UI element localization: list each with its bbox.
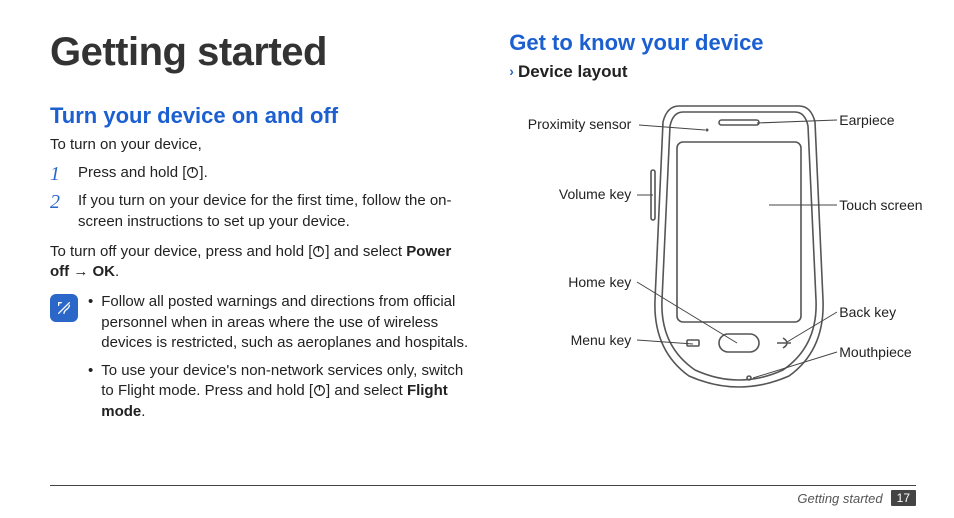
label-home-key: Home key [568,274,631,290]
power-icon [313,384,326,397]
label-volume-key: Volume key [559,186,631,202]
chevron-icon: › [509,63,514,79]
page-title: Getting started [50,30,469,75]
footer-rule [50,485,916,486]
page-number: 17 [891,490,916,506]
power-icon [186,166,199,179]
turn-off-text: To turn off your device, press and hold … [50,242,469,283]
label-mouthpiece: Mouthpiece [839,344,911,360]
note-1-text: Follow all posted warnings and direction… [101,292,469,353]
note-2-text: To use your device's non-network service… [101,361,469,422]
label-menu-key: Menu key [571,332,632,348]
footer-section: Getting started [797,491,882,506]
label-touch-screen: Touch screen [839,197,922,213]
section-heading-know-device: Get to know your device [509,30,914,56]
subsection-device-layout: ›Device layout [509,62,914,82]
intro-text: To turn on your device, [50,135,469,155]
label-earpiece: Earpiece [839,112,894,128]
bullet-icon: • [88,361,93,422]
step-number-1: 1 [50,163,68,185]
note-icon [50,294,78,322]
step-number-2: 2 [50,191,68,232]
step-2-text: If you turn on your device for the first… [78,191,469,232]
power-icon [312,245,325,258]
bullet-icon: • [88,292,93,353]
device-diagram: .ln{fill:none;stroke:#555;stroke-width:1… [519,90,939,410]
leader-lines: .ld{stroke:#444;stroke-width:1;fill:none… [519,90,939,410]
label-back-key: Back key [839,304,896,320]
step-1-text: Press and hold []. [78,163,208,185]
label-proximity-sensor: Proximity sensor [528,116,631,132]
section-heading-turn-on-off: Turn your device on and off [50,103,469,129]
